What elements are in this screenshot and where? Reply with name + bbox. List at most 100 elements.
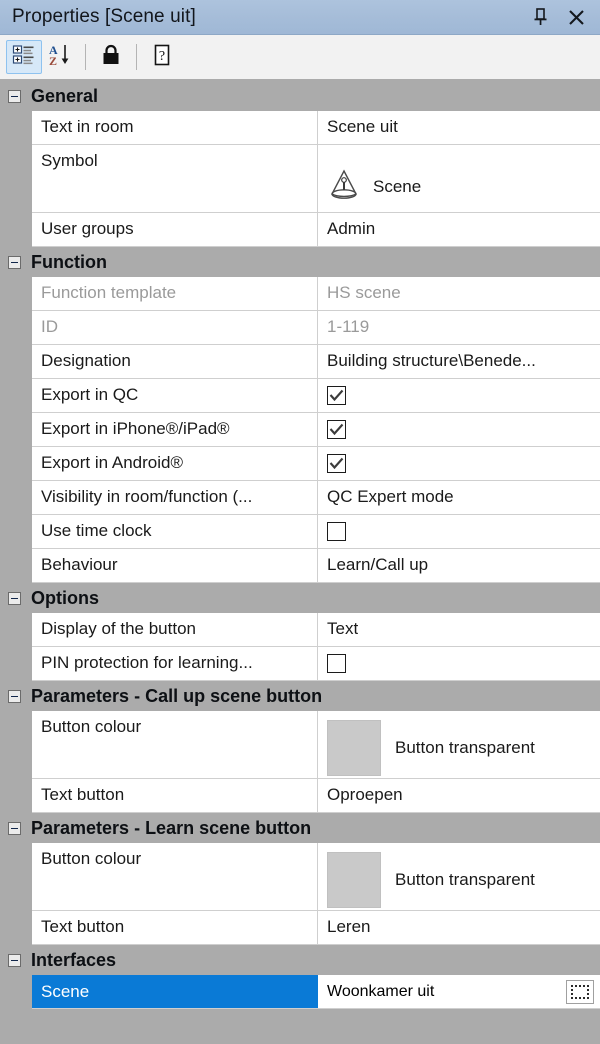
row-body: Button colour Button transparent (32, 843, 600, 911)
property-label: Use time clock (41, 521, 152, 540)
pin-icon[interactable] (530, 6, 550, 28)
sort-az-icon: A Z (47, 43, 73, 72)
select-target-icon[interactable] (566, 979, 594, 1004)
scene-lamp-icon (327, 167, 361, 206)
section-header[interactable]: General (0, 81, 600, 111)
property-label: Text button (41, 785, 125, 804)
checkbox[interactable] (327, 522, 346, 541)
property-label-cell: Designation (32, 345, 318, 378)
property-value-cell[interactable]: Admin (318, 213, 600, 246)
property-row[interactable]: Symbol Scene (0, 145, 600, 213)
section-expander[interactable] (8, 689, 21, 703)
property-row[interactable]: Visibility in room/function (... QC Exper… (0, 481, 600, 515)
section-expander[interactable] (8, 821, 21, 835)
property-value-cell[interactable] (318, 515, 600, 548)
lock-button[interactable] (93, 40, 129, 74)
property-value-cell[interactable]: Button transparent (318, 843, 600, 910)
property-label: User groups (41, 219, 134, 238)
property-row[interactable]: Scene Woonkamer uit (0, 975, 600, 1009)
property-value-cell[interactable]: QC Expert mode (318, 481, 600, 514)
property-row[interactable]: Display of the button Text (0, 613, 600, 647)
property-value-cell[interactable]: Scene uit (318, 111, 600, 144)
symbol-preview[interactable]: Scene (327, 151, 421, 206)
property-row[interactable]: Text in room Scene uit (0, 111, 600, 145)
property-value-cell[interactable]: 1-119 (318, 311, 600, 344)
property-row[interactable]: Behaviour Learn/Call up (0, 549, 600, 583)
property-row[interactable]: Designation Building structure\Benede... (0, 345, 600, 379)
row-indent (0, 111, 32, 145)
checkbox[interactable] (327, 454, 346, 473)
property-row[interactable]: Text button Leren (0, 911, 600, 945)
close-icon[interactable] (566, 6, 586, 28)
section-header[interactable]: Interfaces (0, 945, 600, 975)
row-body: Export in Android® (32, 447, 600, 481)
section-header[interactable]: Parameters - Learn scene button (0, 813, 600, 843)
property-value-cell[interactable]: Building structure\Benede... (318, 345, 600, 378)
property-label-cell: Export in iPhone®/iPad® (32, 413, 318, 446)
property-label-cell: Button colour (32, 843, 318, 910)
row-indent (0, 779, 32, 813)
property-row[interactable]: Export in QC (0, 379, 600, 413)
property-row[interactable]: Export in Android® (0, 447, 600, 481)
row-indent (0, 613, 32, 647)
section-header[interactable]: Parameters - Call up scene button (0, 681, 600, 711)
property-value-cell[interactable]: Button transparent (318, 711, 600, 778)
section-expander[interactable] (8, 255, 21, 269)
section-expander[interactable] (8, 953, 21, 967)
property-row[interactable]: Function template HS scene (0, 277, 600, 311)
checkbox[interactable] (327, 654, 346, 673)
property-value-cell[interactable]: Learn/Call up (318, 549, 600, 582)
property-label: Visibility in room/function (... (41, 487, 253, 506)
categorized-view-button[interactable] (6, 40, 42, 74)
titlebar: Properties [Scene uit] (0, 0, 600, 35)
alphabetical-sort-button[interactable]: A Z (42, 40, 78, 74)
section-title: Function (31, 251, 107, 272)
section-expander[interactable] (8, 89, 21, 103)
row-indent (0, 145, 32, 213)
property-row[interactable]: Button colour Button transparent (0, 711, 600, 779)
property-value-cell[interactable]: Oproepen (318, 779, 600, 812)
value-wrapper: Woonkamer uit (327, 979, 600, 1004)
colour-preview[interactable]: Button transparent (327, 717, 535, 778)
row-body: Function template HS scene (32, 277, 600, 311)
property-row[interactable]: Text button Oproepen (0, 779, 600, 813)
property-label: Export in QC (41, 385, 139, 404)
property-value-cell[interactable]: Text (318, 613, 600, 646)
row-body: Text button Leren (32, 911, 600, 945)
checkbox[interactable] (327, 420, 346, 439)
checkbox[interactable] (327, 386, 346, 405)
section-header[interactable]: Options (0, 583, 600, 613)
row-body: User groups Admin (32, 213, 600, 247)
property-value: Text (327, 619, 359, 638)
property-label-cell: Function template (32, 277, 318, 310)
property-value-cell[interactable] (318, 413, 600, 446)
section-header[interactable]: Function (0, 247, 600, 277)
property-row[interactable]: User groups Admin (0, 213, 600, 247)
property-label-cell: Symbol (32, 145, 318, 212)
row-indent (0, 213, 32, 247)
row-indent (0, 911, 32, 945)
help-button[interactable]: ? (144, 40, 180, 74)
property-value-cell[interactable] (318, 447, 600, 480)
property-row[interactable]: ID 1-119 (0, 311, 600, 345)
property-value-cell[interactable]: HS scene (318, 277, 600, 310)
property-row[interactable]: Use time clock (0, 515, 600, 549)
row-body: Text in room Scene uit (32, 111, 600, 145)
property-value-cell[interactable] (318, 647, 600, 680)
colour-swatch[interactable] (327, 851, 381, 908)
row-indent (0, 711, 32, 779)
property-value-cell[interactable]: Leren (318, 911, 600, 944)
section-expander[interactable] (8, 591, 21, 605)
property-row[interactable]: PIN protection for learning... (0, 647, 600, 681)
property-label: Behaviour (41, 555, 118, 574)
colour-swatch[interactable] (327, 719, 381, 776)
row-body: Export in QC (32, 379, 600, 413)
property-value-cell[interactable] (318, 379, 600, 412)
section-title: General (31, 85, 99, 106)
property-label: Export in iPhone®/iPad® (41, 419, 230, 438)
colour-preview[interactable]: Button transparent (327, 849, 535, 910)
property-row[interactable]: Export in iPhone®/iPad® (0, 413, 600, 447)
property-value-cell[interactable]: Woonkamer uit (318, 975, 600, 1008)
property-value-cell[interactable]: Scene (318, 145, 600, 212)
property-row[interactable]: Button colour Button transparent (0, 843, 600, 911)
